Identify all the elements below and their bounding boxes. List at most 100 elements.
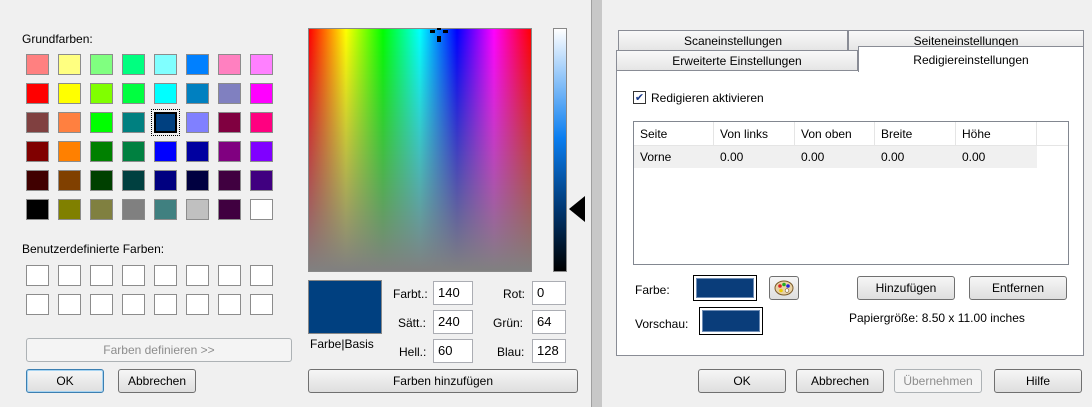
basic-color-swatch[interactable] <box>218 54 241 75</box>
help-button[interactable]: Hilfe <box>994 369 1082 393</box>
basic-color-swatch[interactable] <box>26 170 49 191</box>
custom-color-swatch[interactable] <box>90 294 113 315</box>
basic-color-swatch[interactable] <box>186 112 209 133</box>
enable-redact-checkbox[interactable]: ✔ <box>633 91 646 104</box>
custom-color-swatch[interactable] <box>26 294 49 315</box>
basic-color-swatch[interactable] <box>122 170 145 191</box>
tab-advanced-settings[interactable]: Erweiterte Einstellungen <box>616 50 858 72</box>
custom-color-swatch[interactable] <box>58 294 81 315</box>
custom-color-swatch[interactable] <box>186 294 209 315</box>
custom-color-swatch[interactable] <box>58 265 81 286</box>
basic-color-swatch[interactable] <box>151 109 180 136</box>
lum-input[interactable]: 60 <box>433 339 473 363</box>
basic-color-swatch[interactable] <box>122 199 145 220</box>
ok-button[interactable]: OK <box>26 369 104 393</box>
custom-color-swatch[interactable] <box>26 265 49 286</box>
basic-color-swatch[interactable] <box>154 54 177 75</box>
add-custom-color-button[interactable]: Farben hinzufügen <box>308 369 578 393</box>
cancel-button[interactable]: Abbrechen <box>118 369 196 393</box>
color-spectrum[interactable] <box>308 28 532 272</box>
basic-color-swatch[interactable] <box>122 83 145 104</box>
custom-color-swatch[interactable] <box>154 265 177 286</box>
basic-color-swatch[interactable] <box>250 170 273 191</box>
basic-color-swatch[interactable] <box>26 199 49 220</box>
basic-color-swatch[interactable] <box>154 199 177 220</box>
table-cell: Vorne <box>634 146 714 168</box>
column-header-width[interactable]: Breite <box>875 122 956 146</box>
add-button[interactable]: Hinzufügen <box>857 276 955 300</box>
custom-color-swatch[interactable] <box>154 294 177 315</box>
green-input[interactable]: 64 <box>532 310 566 334</box>
basic-color-swatch[interactable] <box>26 141 49 162</box>
basic-color-swatch[interactable] <box>58 83 81 104</box>
basic-color-swatch[interactable] <box>186 199 209 220</box>
hue-input[interactable]: 140 <box>433 281 473 305</box>
basic-color-swatch[interactable] <box>250 112 273 133</box>
blue-input[interactable]: 128 <box>532 339 566 363</box>
cancel-button[interactable]: Abbrechen <box>796 369 884 393</box>
color-dialog: Grundfarben: Benutzerdefinierte Farben: … <box>0 0 592 407</box>
basic-color-swatch[interactable] <box>218 83 241 104</box>
custom-color-swatch[interactable] <box>250 294 273 315</box>
column-header-height[interactable]: Höhe <box>956 122 1037 146</box>
basic-color-swatch[interactable] <box>90 141 113 162</box>
basic-color-swatch[interactable] <box>58 170 81 191</box>
basic-color-swatch[interactable] <box>250 141 273 162</box>
tab-redact-settings[interactable]: Redigiereinstellungen <box>858 46 1084 72</box>
red-input[interactable]: 0 <box>532 281 566 305</box>
column-header-from-top[interactable]: Von oben <box>795 122 875 146</box>
paper-size-text: Papiergröße: 8.50 x 11.00 inches <box>849 311 1025 325</box>
basic-color-swatch[interactable] <box>26 83 49 104</box>
define-colors-button[interactable]: Farben definieren >> <box>26 338 292 362</box>
basic-color-swatch[interactable] <box>122 112 145 133</box>
custom-color-swatch[interactable] <box>122 265 145 286</box>
basic-color-swatch[interactable] <box>186 54 209 75</box>
basic-color-swatch[interactable] <box>218 141 241 162</box>
basic-color-swatch[interactable] <box>58 199 81 220</box>
luminance-arrow-icon[interactable] <box>569 196 585 222</box>
column-header-from-left[interactable]: Von links <box>714 122 795 146</box>
basic-color-swatch[interactable] <box>250 199 273 220</box>
basic-color-swatch[interactable] <box>90 112 113 133</box>
basic-color-swatch[interactable] <box>58 112 81 133</box>
color-swatch[interactable] <box>693 275 757 301</box>
basic-color-swatch[interactable] <box>26 54 49 75</box>
custom-color-swatch[interactable] <box>218 294 241 315</box>
sat-input[interactable]: 240 <box>433 310 473 334</box>
redact-regions-table[interactable]: Seite Von links Von oben Breite Höhe Vor… <box>633 121 1069 265</box>
basic-color-swatch[interactable] <box>58 141 81 162</box>
custom-color-swatch[interactable] <box>90 265 113 286</box>
basic-color-swatch[interactable] <box>218 112 241 133</box>
luminance-slider[interactable] <box>553 28 567 272</box>
basic-color-swatch[interactable] <box>122 54 145 75</box>
custom-color-swatch[interactable] <box>186 265 209 286</box>
custom-color-swatch[interactable] <box>250 265 273 286</box>
custom-color-swatch[interactable] <box>218 265 241 286</box>
basic-colors-label: Grundfarben: <box>22 32 93 46</box>
palette-button[interactable] <box>769 276 799 300</box>
basic-color-swatch[interactable] <box>186 83 209 104</box>
basic-color-swatch[interactable] <box>58 54 81 75</box>
basic-color-swatch[interactable] <box>154 141 177 162</box>
basic-color-swatch[interactable] <box>154 83 177 104</box>
palette-icon <box>774 280 794 296</box>
column-header-page[interactable]: Seite <box>634 122 714 146</box>
basic-color-swatch[interactable] <box>250 83 273 104</box>
tab-scan-settings[interactable]: Scaneinstellungen <box>618 30 848 52</box>
basic-color-swatch[interactable] <box>186 141 209 162</box>
basic-color-swatch[interactable] <box>218 199 241 220</box>
basic-color-swatch[interactable] <box>90 170 113 191</box>
basic-color-swatch[interactable] <box>90 199 113 220</box>
basic-color-swatch[interactable] <box>122 141 145 162</box>
basic-color-swatch[interactable] <box>186 170 209 191</box>
basic-color-swatch[interactable] <box>26 112 49 133</box>
apply-button[interactable]: Übernehmen <box>894 369 982 393</box>
custom-color-swatch[interactable] <box>122 294 145 315</box>
basic-color-swatch[interactable] <box>250 54 273 75</box>
basic-color-swatch[interactable] <box>218 170 241 191</box>
basic-color-swatch[interactable] <box>90 83 113 104</box>
ok-button[interactable]: OK <box>698 369 786 393</box>
remove-button[interactable]: Entfernen <box>969 276 1067 300</box>
basic-color-swatch[interactable] <box>90 54 113 75</box>
basic-color-swatch[interactable] <box>154 170 177 191</box>
